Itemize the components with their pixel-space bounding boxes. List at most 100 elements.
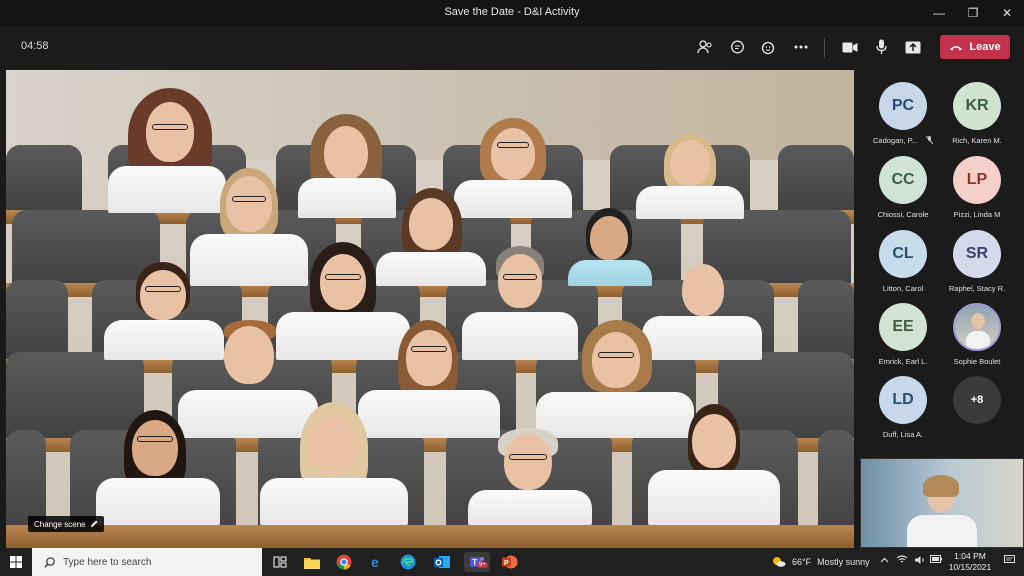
battery-icon [930, 555, 942, 563]
more-actions-button[interactable] [789, 35, 813, 59]
participant-video [96, 410, 220, 525]
hang-up-icon [950, 45, 963, 50]
wifi-icon [896, 555, 908, 563]
roster-tile[interactable]: CC Chiossi, Carole [868, 156, 938, 219]
participant-name: Emrick, Earl L. [878, 357, 928, 366]
share-tray-icon [905, 41, 921, 53]
speaker-icon [915, 556, 924, 564]
window-title: Save the Date - D&I Activity [444, 6, 580, 18]
leave-label: Leave [969, 41, 1001, 53]
camera-icon [842, 42, 858, 52]
network-button[interactable] [896, 555, 908, 567]
powerpoint-button[interactable]: P [500, 552, 520, 572]
avatar: LP [953, 156, 1001, 204]
title-bar: Save the Date - D&I Activity — ❐ ✕ [0, 0, 1024, 26]
outlook-icon [434, 556, 450, 568]
participant-video [648, 404, 780, 525]
change-scene-label: Change scene [34, 519, 86, 529]
avatar: CL [879, 230, 927, 278]
svg-text:e: e [371, 554, 379, 570]
battery-indicator[interactable] [930, 555, 942, 566]
chat-button[interactable] [725, 35, 749, 59]
search-icon [44, 556, 55, 568]
avatar-photo [953, 303, 1001, 351]
participant-name: Cadogan, P... [873, 136, 918, 145]
teams-button[interactable]: T 9+ [464, 552, 490, 572]
roster-tile[interactable]: LD Duff, Lisa A. [868, 376, 938, 439]
weather-widget[interactable]: 66°F Mostly sunny [772, 556, 870, 567]
minimize-button[interactable]: — [922, 0, 956, 26]
system-clock[interactable]: 1:04 PM 10/15/2021 [944, 551, 996, 573]
ie-icon: e [371, 554, 379, 570]
seat [6, 145, 82, 217]
participant-name: Chiossi, Carole [877, 210, 929, 219]
task-view-icon [273, 556, 287, 568]
partly-sunny-icon [773, 557, 786, 567]
roster-tile[interactable]: CL Litton, Carol [868, 230, 938, 293]
teams-badge: 9+ [477, 562, 488, 568]
meeting-controls-bar: 04:58 Leave [0, 26, 1024, 68]
overflow-count: +8 [953, 376, 1001, 424]
row-ledge [6, 525, 854, 548]
volume-button[interactable] [914, 555, 926, 568]
reactions-icon [761, 41, 775, 54]
roster-tile[interactable]: Sophie Boulet [942, 303, 1012, 366]
chat-icon [730, 40, 744, 53]
meeting-timer: 04:58 [21, 40, 49, 52]
chrome-icon [336, 554, 352, 570]
folder-icon [304, 557, 320, 569]
svg-text:P: P [504, 560, 509, 567]
participant-roster: PC Cadogan, P... KR Rich, Karen M. CC Ch… [860, 70, 1024, 450]
start-button[interactable] [0, 548, 32, 576]
roster-tile[interactable]: EE Emrick, Earl L. [868, 303, 938, 366]
leave-button[interactable]: Leave [940, 35, 1010, 59]
file-explorer-button[interactable] [302, 552, 322, 572]
avatar: SR [953, 230, 1001, 278]
outlook-button[interactable] [432, 552, 452, 572]
camera-button[interactable] [838, 35, 862, 59]
self-view-video [860, 458, 1024, 548]
pencil-icon [90, 520, 98, 527]
participant-video [636, 134, 744, 219]
notification-icon [1004, 555, 1015, 563]
chrome-button[interactable] [334, 552, 354, 572]
participant-video [566, 208, 654, 286]
notifications-button[interactable] [1004, 555, 1015, 568]
avatar: PC [879, 82, 927, 130]
reactions-button[interactable] [757, 35, 781, 59]
seat [778, 145, 854, 217]
participants-button[interactable] [693, 35, 717, 59]
ellipsis-icon [794, 45, 808, 49]
participant-video [468, 428, 592, 525]
microphone-button[interactable] [869, 35, 893, 59]
restore-button[interactable]: ❐ [956, 0, 990, 26]
task-view-button[interactable] [270, 552, 290, 572]
participant-name: Pizzi, Linda M [953, 210, 1001, 219]
participant-name: Duff, Lisa A. [882, 430, 924, 439]
weather-temp: 66°F [792, 556, 812, 567]
powerpoint-icon: P [502, 555, 518, 569]
edge-button[interactable] [398, 552, 418, 572]
clock-time: 1:04 PM [954, 551, 986, 561]
roster-tile[interactable]: SR Raphel, Stacy R. [942, 230, 1012, 293]
change-scene-button[interactable]: Change scene [28, 516, 104, 532]
more-participants-button[interactable]: +8 [942, 376, 1012, 424]
clock-date: 10/15/2021 [948, 562, 992, 572]
participant-name: Rich, Karen M. [952, 136, 1002, 145]
roster-tile[interactable]: PC Cadogan, P... [868, 82, 938, 145]
windows-logo-icon [10, 556, 22, 568]
internet-explorer-button[interactable]: e [366, 552, 386, 572]
show-hidden-icons-button[interactable] [880, 555, 889, 566]
toolbar-divider [824, 38, 825, 58]
taskbar-search-box[interactable]: Type here to search [32, 548, 262, 576]
together-mode-stage: Change scene [6, 70, 854, 548]
windows-taskbar: Type here to search e T 9+ P 66°F Mostly… [0, 548, 1024, 576]
chevron-up-icon [880, 557, 889, 563]
share-screen-button[interactable] [901, 35, 925, 59]
participant-video [260, 402, 408, 525]
microphone-icon [875, 39, 887, 54]
roster-tile[interactable]: KR Rich, Karen M. [942, 82, 1012, 145]
search-placeholder: Type here to search [63, 556, 152, 568]
close-button[interactable]: ✕ [990, 0, 1024, 26]
roster-tile[interactable]: LP Pizzi, Linda M [942, 156, 1012, 219]
